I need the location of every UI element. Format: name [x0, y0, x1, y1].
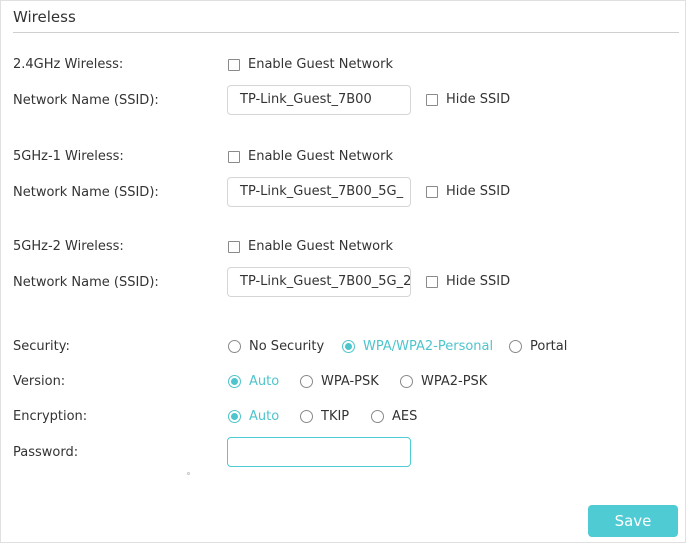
band-24-hide-ssid-label: Hide SSID [446, 92, 511, 107]
band-5g2-ssid-label: Network Name (SSID): [13, 275, 159, 290]
radio-selected-icon[interactable] [228, 410, 241, 423]
band-5g2-enable-checkbox[interactable]: Enable Guest Network [228, 239, 393, 254]
security-option-no-security[interactable]: No Security [228, 339, 324, 354]
version-label: Version: [13, 374, 66, 389]
security-label: Security: [13, 339, 70, 354]
version-option-wpa-psk[interactable]: WPA-PSK [300, 374, 379, 389]
version-option-wpa2-psk[interactable]: WPA2-PSK [400, 374, 487, 389]
decorative-dot [187, 472, 190, 475]
radio-icon[interactable] [509, 340, 522, 353]
password-input[interactable] [227, 437, 411, 467]
guest-wireless-panel: Wireless 2.4GHz Wireless: Enable Guest N… [0, 0, 686, 543]
security-option-label: WPA/WPA2-Personal [363, 339, 494, 354]
password-label: Password: [13, 445, 79, 460]
version-option-label: Auto [249, 374, 280, 389]
band-24-hide-ssid-checkbox[interactable]: Hide SSID [426, 92, 510, 107]
security-option-label: Portal [530, 339, 568, 354]
encryption-option-label: AES [392, 409, 418, 424]
radio-icon[interactable] [400, 375, 413, 388]
version-option-label: WPA-PSK [321, 374, 379, 389]
radio-icon[interactable] [371, 410, 384, 423]
checkbox-icon[interactable] [426, 93, 438, 106]
title-divider [13, 32, 679, 33]
checkbox-icon[interactable] [426, 275, 438, 288]
encryption-option-tkip[interactable]: TKIP [300, 409, 349, 424]
band-5g1-ssid-label: Network Name (SSID): [13, 185, 159, 200]
encryption-label: Encryption: [13, 409, 88, 424]
band-5g1-hide-ssid-label: Hide SSID [446, 184, 511, 199]
radio-selected-icon[interactable] [342, 340, 355, 353]
band-5g1-label: 5GHz-1 Wireless: [13, 149, 124, 164]
band-5g2-enable-label: Enable Guest Network [248, 239, 394, 254]
radio-icon[interactable] [300, 375, 313, 388]
band-5g1-enable-checkbox[interactable]: Enable Guest Network [228, 149, 393, 164]
band-24-enable-label: Enable Guest Network [248, 57, 394, 72]
encryption-option-label: Auto [249, 409, 280, 424]
radio-icon[interactable] [300, 410, 313, 423]
encryption-option-auto[interactable]: Auto [228, 409, 279, 424]
security-option-wpa-personal[interactable]: WPA/WPA2-Personal [342, 339, 493, 354]
checkbox-icon[interactable] [228, 150, 240, 163]
band-5g2-hide-ssid-checkbox[interactable]: Hide SSID [426, 274, 510, 289]
version-option-label: WPA2-PSK [421, 374, 488, 389]
band-24-label: 2.4GHz Wireless: [13, 57, 124, 72]
section-title: Wireless [13, 8, 76, 26]
version-option-auto[interactable]: Auto [228, 374, 279, 389]
band-24-ssid-input[interactable]: TP-Link_Guest_7B00 [227, 85, 411, 115]
checkbox-icon[interactable] [426, 185, 438, 198]
radio-selected-icon[interactable] [228, 375, 241, 388]
radio-icon[interactable] [228, 340, 241, 353]
band-24-ssid-label: Network Name (SSID): [13, 93, 159, 108]
band-5g2-ssid-input[interactable]: TP-Link_Guest_7B00_5G_2 [227, 267, 411, 297]
band-5g2-hide-ssid-label: Hide SSID [446, 274, 511, 289]
checkbox-icon[interactable] [228, 58, 240, 71]
encryption-option-label: TKIP [321, 409, 350, 424]
checkbox-icon[interactable] [228, 240, 240, 253]
band-5g1-enable-label: Enable Guest Network [248, 149, 394, 164]
band-24-enable-checkbox[interactable]: Enable Guest Network [228, 57, 393, 72]
band-5g1-ssid-input[interactable]: TP-Link_Guest_7B00_5G_ [227, 177, 411, 207]
band-5g2-label: 5GHz-2 Wireless: [13, 239, 124, 254]
save-button[interactable]: Save [588, 505, 678, 537]
band-5g1-hide-ssid-checkbox[interactable]: Hide SSID [426, 184, 510, 199]
encryption-option-aes[interactable]: AES [371, 409, 417, 424]
security-option-portal[interactable]: Portal [509, 339, 567, 354]
security-option-label: No Security [249, 339, 325, 354]
